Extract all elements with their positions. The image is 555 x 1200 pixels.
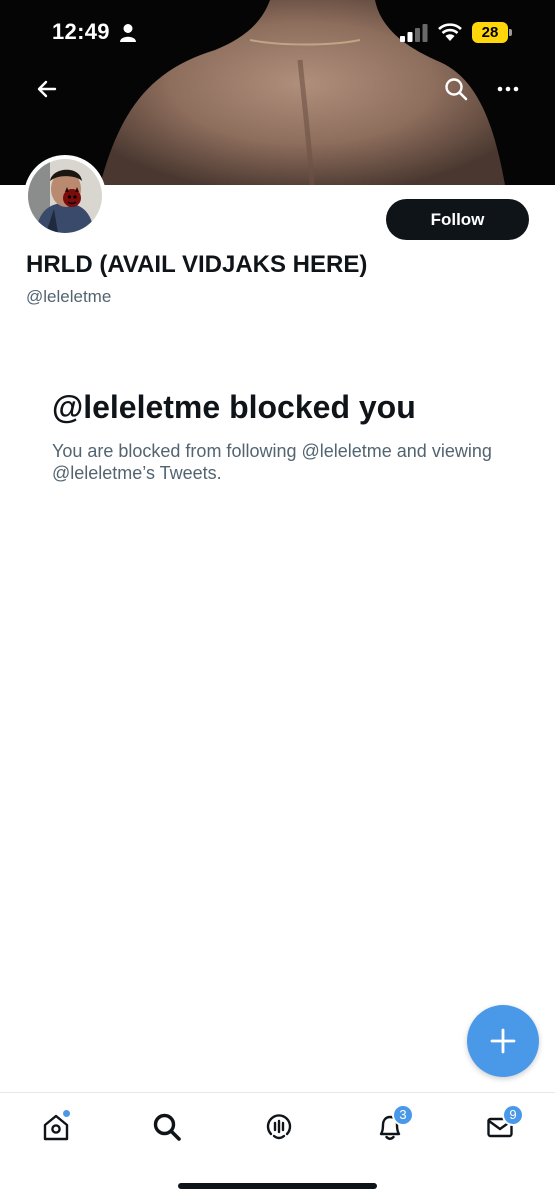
bottom-tab-bar: 3 9: [0, 1092, 555, 1200]
search-icon: [153, 1113, 181, 1141]
home-indicator[interactable]: [178, 1183, 377, 1189]
status-time: 12:49: [52, 19, 110, 44]
notifications-badge: 3: [392, 1104, 414, 1126]
compose-tweet-button[interactable]: [467, 1005, 539, 1077]
blocked-message: You are blocked from following @leleletm…: [52, 441, 492, 483]
more-horizontal-icon: [497, 86, 519, 92]
tab-explore[interactable]: [145, 1107, 189, 1147]
profile-search-button[interactable]: [435, 68, 477, 110]
tab-notifications[interactable]: 3: [368, 1104, 414, 1147]
tab-messages[interactable]: 9: [478, 1104, 524, 1147]
profile-avatar[interactable]: [24, 155, 106, 237]
more-options-button[interactable]: [487, 68, 529, 110]
battery-level: 28: [472, 22, 508, 43]
person-icon: [120, 24, 136, 42]
back-button[interactable]: [26, 68, 68, 110]
spaces-icon: [266, 1114, 292, 1140]
arrow-left-icon: [37, 80, 57, 98]
plus-icon: [490, 1028, 516, 1054]
avatar-image: [28, 159, 102, 233]
tab-spaces[interactable]: [257, 1107, 301, 1147]
tab-home[interactable]: [34, 1107, 78, 1147]
display-name: HRLD (AVAIL VIDJAKS HERE): [26, 251, 368, 278]
messages-badge: 9: [502, 1104, 524, 1126]
search-icon: [445, 78, 468, 101]
battery-tip: [509, 29, 512, 36]
user-handle: @leleletme: [26, 287, 112, 306]
cellular-signal-icon: [400, 24, 428, 42]
follow-button[interactable]: Follow: [386, 199, 529, 240]
status-bar: 12:49 28: [0, 0, 555, 64]
wifi-icon: [438, 23, 462, 41]
battery-indicator: 28: [472, 22, 512, 43]
new-content-dot: [62, 1109, 71, 1118]
blocked-title: @leleletme blocked you: [52, 389, 416, 425]
